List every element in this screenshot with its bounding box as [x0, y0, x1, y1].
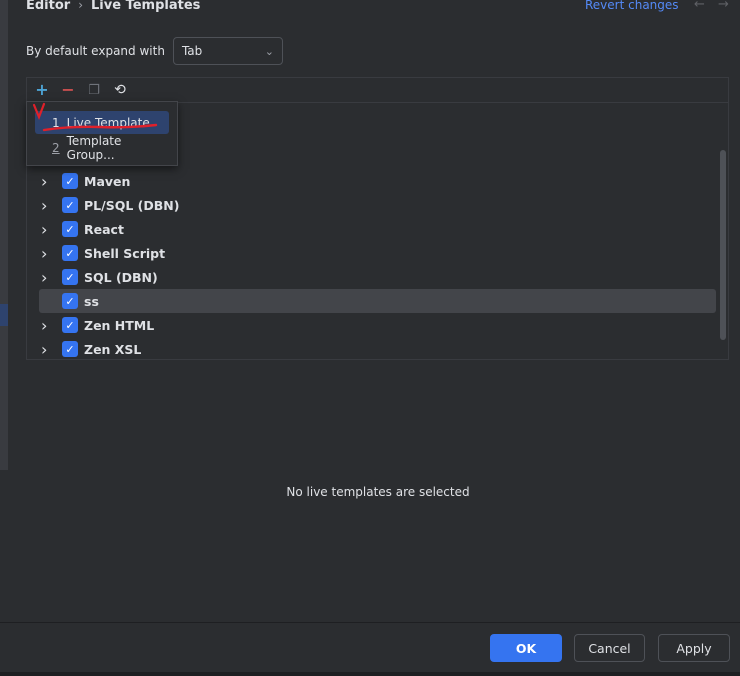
row-checkbox[interactable]: ✓: [62, 221, 78, 237]
breadcrumb-parent[interactable]: Editor: [26, 0, 70, 13]
breadcrumb-current: Live Templates: [91, 0, 201, 13]
annotation-check-mark: [32, 102, 46, 120]
row-checkbox[interactable]: ✓: [62, 245, 78, 261]
tree-row[interactable]: › ✓ React: [27, 217, 717, 241]
copy-icon[interactable]: ❐: [86, 82, 102, 98]
expand-with-label: By default expand with: [26, 44, 165, 58]
plus-icon[interactable]: +: [34, 82, 50, 98]
window-bottom-edge: [0, 672, 740, 676]
row-label: PL/SQL (DBN): [84, 197, 180, 213]
tree-row[interactable]: › ✓ Zen HTML: [27, 313, 717, 337]
arrow-right-icon[interactable]: →: [718, 0, 729, 15]
popup-item-template-group[interactable]: 2 Template Group...: [35, 133, 169, 162]
row-label: Zen HTML: [84, 317, 155, 333]
empty-details-message: No live templates are selected: [286, 485, 470, 499]
chevron-right-icon: ›: [78, 0, 84, 12]
row-label: Shell Script: [84, 245, 166, 261]
tree-scrollbar[interactable]: [720, 150, 726, 340]
settings-sidebar-strip: [0, 0, 8, 470]
row-checkbox[interactable]: ✓: [62, 293, 78, 309]
expand-with-select[interactable]: Tab ⌄: [172, 37, 283, 65]
tree-row[interactable]: › ✓ Shell Script: [27, 241, 717, 265]
annotation-underline: [42, 123, 158, 132]
row-label: ss: [84, 293, 99, 309]
row-checkbox[interactable]: ✓: [62, 173, 78, 189]
row-checkbox[interactable]: ✓: [62, 269, 78, 285]
tree-row[interactable]: › ✓ Zen XSL: [27, 337, 717, 361]
chevron-right-icon[interactable]: ›: [41, 172, 47, 191]
chevron-right-icon[interactable]: ›: [41, 244, 47, 263]
cancel-button[interactable]: Cancel: [574, 634, 645, 662]
row-checkbox[interactable]: ✓: [62, 197, 78, 213]
expand-with-value: Tab: [181, 44, 203, 58]
tree-toolbar: + − ❐ ⟲: [27, 78, 728, 103]
tree-row[interactable]: › ✓ SQL (DBN): [27, 265, 717, 289]
restore-icon[interactable]: ⟲: [112, 82, 128, 98]
row-checkbox[interactable]: ✓: [62, 341, 78, 357]
row-label: Maven: [84, 173, 131, 189]
chevron-down-icon: ⌄: [264, 44, 274, 58]
row-label: SQL (DBN): [84, 269, 158, 285]
apply-button[interactable]: Apply: [658, 634, 730, 662]
ok-button[interactable]: OK: [490, 634, 562, 662]
chevron-right-icon[interactable]: ›: [41, 340, 47, 359]
tree-row[interactable]: › ✓ PL/SQL (DBN): [27, 193, 717, 217]
revert-changes-link[interactable]: Revert changes: [585, 0, 679, 15]
minus-icon[interactable]: −: [60, 82, 76, 98]
footer-divider: [0, 622, 740, 623]
row-checkbox[interactable]: ✓: [62, 317, 78, 333]
chevron-right-icon[interactable]: ›: [41, 220, 47, 239]
expand-with-row: By default expand with Tab ⌄: [26, 37, 283, 65]
arrow-left-icon[interactable]: ←: [694, 0, 705, 15]
sidebar-selection-marker: [0, 304, 8, 326]
popup-item-label: Template Group...: [66, 133, 122, 162]
popup-item-mnemonic: 2: [52, 140, 60, 155]
breadcrumb: Editor › Live Templates: [26, 0, 200, 15]
row-label: React: [84, 221, 124, 237]
tree-row[interactable]: › ✓ Maven: [27, 169, 717, 193]
row-label: Zen XSL: [84, 341, 142, 357]
chevron-right-icon[interactable]: ›: [41, 316, 47, 335]
chevron-right-icon[interactable]: ›: [41, 268, 47, 287]
chevron-right-icon[interactable]: ›: [41, 196, 47, 215]
tree-row[interactable]: ✓ ss: [39, 289, 716, 313]
